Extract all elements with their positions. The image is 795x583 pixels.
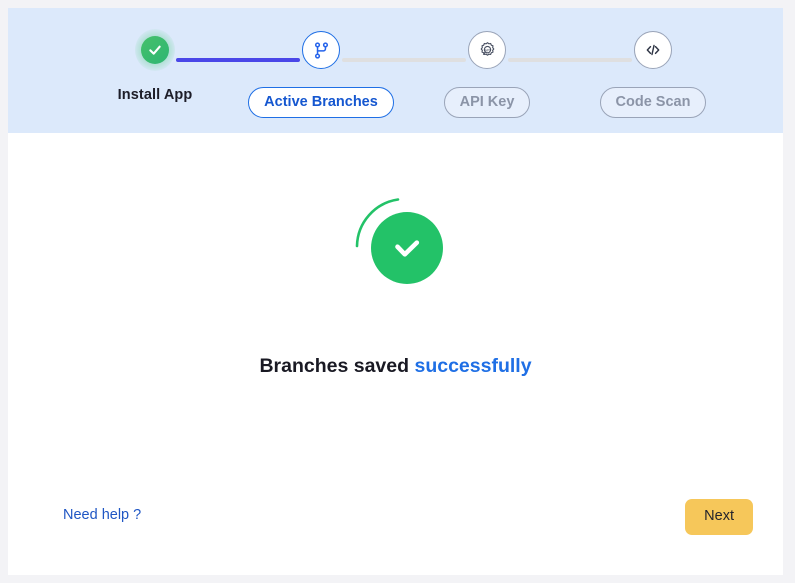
stepper-header: Install App Active Branches API API Key … bbox=[8, 8, 783, 133]
page-root: Install App Active Branches API API Key … bbox=[0, 0, 795, 583]
stepper-connector-3 bbox=[508, 58, 632, 62]
step-node-code-scan[interactable] bbox=[633, 30, 673, 70]
success-message-highlight: successfully bbox=[414, 355, 532, 377]
stepper-item-code-scan[interactable]: Code Scan bbox=[578, 30, 728, 118]
step-node-install-app[interactable] bbox=[135, 29, 175, 71]
code-brackets-icon bbox=[634, 31, 672, 69]
stepper-label-code-scan[interactable]: Code Scan bbox=[599, 87, 707, 118]
stepper-steps: Install App Active Branches API API Key … bbox=[8, 8, 783, 133]
completed-glow bbox=[135, 29, 175, 71]
success-message: Branches saved successfully bbox=[259, 355, 531, 378]
stepper-label-install-app: Install App bbox=[117, 87, 193, 103]
api-gear-icon: API bbox=[468, 31, 506, 69]
stepper-label-active-branches[interactable]: Active Branches bbox=[248, 87, 394, 118]
card-footer: Need help ? Next bbox=[8, 483, 783, 575]
success-check-icon bbox=[346, 190, 446, 290]
success-block: Branches saved successfully bbox=[8, 133, 783, 378]
check-icon bbox=[141, 36, 169, 64]
stepper-connector-2 bbox=[342, 58, 466, 62]
next-button[interactable]: Next bbox=[685, 499, 753, 535]
onboarding-card: Install App Active Branches API API Key … bbox=[8, 8, 783, 575]
stepper-item-api-key[interactable]: API API Key bbox=[412, 30, 562, 118]
stepper-item-install-app[interactable]: Install App bbox=[80, 29, 230, 103]
stepper-connector-1 bbox=[176, 58, 300, 62]
stepper-item-active-branches[interactable]: Active Branches bbox=[246, 30, 396, 118]
need-help-link[interactable]: Need help ? bbox=[63, 507, 141, 523]
success-circle bbox=[370, 212, 443, 284]
success-message-prefix: Branches saved bbox=[259, 355, 415, 377]
main-content: Branches saved successfully Need help ? … bbox=[8, 133, 783, 575]
step-node-active-branches[interactable] bbox=[301, 30, 341, 70]
git-branch-icon bbox=[302, 31, 340, 69]
step-node-api-key[interactable]: API bbox=[467, 30, 507, 70]
stepper-label-api-key[interactable]: API Key bbox=[443, 87, 531, 118]
